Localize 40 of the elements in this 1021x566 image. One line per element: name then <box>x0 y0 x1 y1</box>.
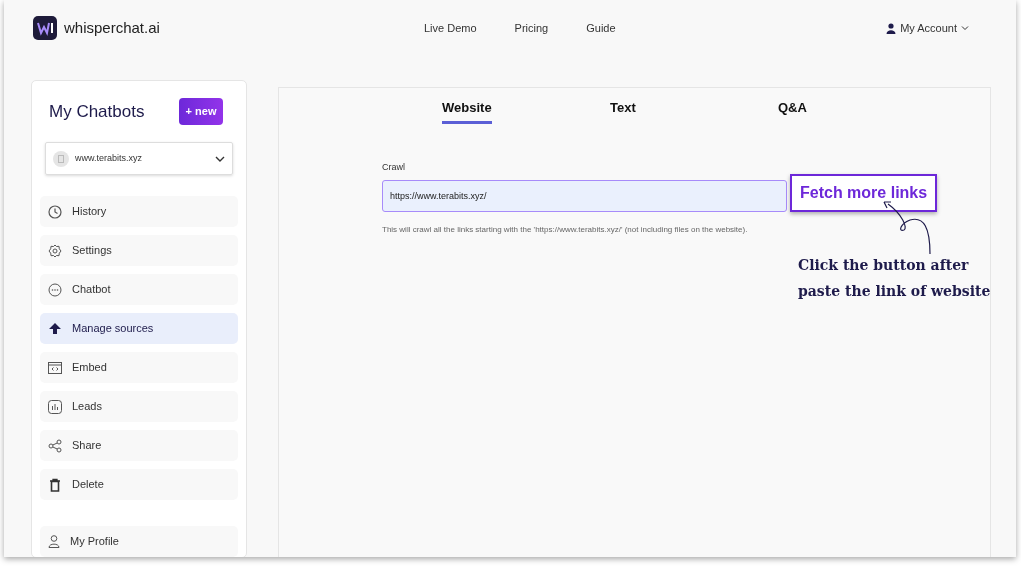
annotation-text: Click the button after <box>798 256 970 275</box>
sidebar-item[interactable]: History <box>40 196 238 227</box>
sidebar-item[interactable]: My Profile <box>40 526 238 557</box>
trash-icon <box>48 477 62 492</box>
chatbot-select[interactable]: www.terabits.xyz <box>45 142 233 175</box>
annotation-text: paste the link of website <box>798 282 991 301</box>
nav-link[interactable]: Pricing <box>514 19 549 37</box>
user-icon <box>48 535 60 548</box>
tab[interactable]: Q&A <box>778 98 807 124</box>
sidebar-item[interactable]: Delete <box>40 469 238 500</box>
bar-chart-icon <box>48 399 62 414</box>
help-text: This will crawl all the links starting with the 'https://www.terabits.xyz/' (not including files on the website). <box>382 224 749 236</box>
tab[interactable]: Text <box>610 98 636 124</box>
sidebar-item[interactable]: Manage sources <box>40 313 238 344</box>
new-button[interactable]: + new <box>179 98 223 125</box>
user-icon <box>886 22 897 34</box>
field-label: Crawl <box>382 160 406 174</box>
chat-bubble-icon <box>48 282 62 297</box>
upload-icon <box>48 321 62 336</box>
sidebar-item[interactable]: Embed <box>40 352 238 383</box>
sidebar-item[interactable]: Leads <box>40 391 238 422</box>
share-icon <box>48 438 62 453</box>
logo-icon <box>33 16 57 40</box>
nav-link[interactable]: Live Demo <box>424 19 477 37</box>
chevron-down-icon <box>215 155 225 162</box>
sidebar-item[interactable]: Settings <box>40 235 238 266</box>
fetch-links-button[interactable]: Fetch more links <box>790 174 938 212</box>
code-window-icon <box>48 360 62 375</box>
clock-icon <box>48 204 62 219</box>
nav-link[interactable]: Guide <box>586 19 616 37</box>
tab[interactable]: Website <box>442 98 492 124</box>
chevron-down-icon <box>961 25 969 31</box>
url-input[interactable]: https://www.terabits.xyz/ <box>382 180 787 212</box>
sidebar-item[interactable]: Share <box>40 430 238 461</box>
brand-name: whisperchat.ai <box>64 17 160 38</box>
sidebar-title: My Chatbots <box>49 100 145 123</box>
gear-icon <box>48 243 62 258</box>
bot-avatar-icon <box>53 150 69 167</box>
sidebar-item[interactable]: Chatbot <box>40 274 238 305</box>
account-menu[interactable]: My Account <box>886 19 969 37</box>
